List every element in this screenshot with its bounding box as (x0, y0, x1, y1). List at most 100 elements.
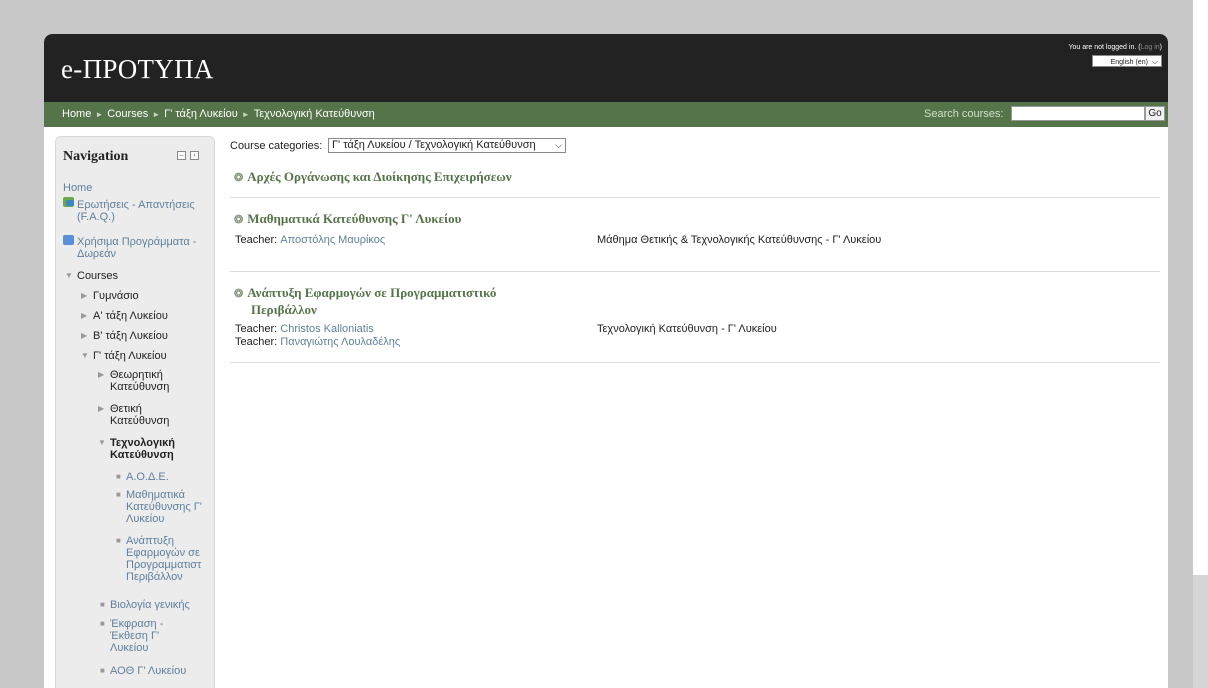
expanded-triangle-icon: ▼ (98, 438, 106, 447)
nav-aoth[interactable]: ■ ΑΟΘ Γ' Λυκείου (100, 665, 187, 677)
collapse-block-icon[interactable]: – (177, 151, 186, 160)
nav-anaptyxi-label: Ανάπτυξη Εφαρμογών σε Προγραμματιστ Περι… (126, 535, 202, 583)
course-icon: ❂ (234, 214, 244, 226)
nav-home[interactable]: Home (63, 182, 92, 194)
collapsed-triangle-icon: ▶ (81, 331, 88, 340)
nav-anaptyxi[interactable]: ■ Ανάπτυξη Εφαρμογών σε Προγραμματιστ Περ… (116, 535, 208, 583)
course-teacher: Teacher: Αποστόλης Μαυρίκος (235, 234, 386, 246)
teacher-link[interactable]: Αποστόλης Μαυρίκος (280, 234, 385, 246)
teacher-label: Teacher (235, 336, 275, 348)
collapsed-triangle-icon: ▶ (98, 404, 105, 413)
nav-theoritiki[interactable]: ▶ Θεωρητική Κατεύθυνση (98, 369, 190, 393)
search-input[interactable] (1011, 106, 1145, 121)
nav-aode-label: Α.Ο.Δ.Ε. (126, 471, 169, 483)
bullet-icon: ■ (116, 472, 121, 481)
nav-gymnasio[interactable]: ▶ Γυμνάσιο (81, 290, 139, 302)
site-title[interactable]: e-ΠΡΟΤΥΠΑ (61, 54, 214, 85)
category-select[interactable]: Γ' τάξη Λυκείου / Τεχνολογική Κατεύθυνση… (328, 138, 566, 153)
nav-faq-label: Ερωτήσεις - Απαντήσεις (F.A.Q.) (77, 199, 195, 223)
scrollbar-strip (1193, 0, 1208, 688)
scrollbar-thumb[interactable] (1193, 575, 1208, 688)
nav-b-lykeiou[interactable]: ▶ Β' τάξη Λυκείου (81, 330, 168, 342)
search-label: Search courses: (924, 108, 1004, 120)
nav-mathimatika-label: Μαθηματικά Κατεύθυνσης Γ' Λυκείου (126, 489, 202, 525)
nav-a-lykeiou[interactable]: ▶ Α' τάξη Λυκείου (81, 310, 168, 322)
course-title-text: Μαθηματικά Κατεύθυνσης Γ' Λυκείου (247, 211, 462, 226)
breadcrumb-home[interactable]: Home (62, 108, 91, 120)
collapsed-triangle-icon: ▶ (98, 370, 105, 379)
chevron-down-icon: ⌵ (555, 140, 562, 150)
collapsed-triangle-icon: ▶ (81, 311, 88, 320)
nav-aode[interactable]: ■ Α.Ο.Δ.Ε. (116, 471, 169, 483)
programs-icon (63, 235, 74, 245)
language-value: English (en) (1110, 59, 1148, 66)
bullet-icon: ■ (100, 666, 105, 675)
bullet-icon: ■ (116, 490, 121, 499)
breadcrumb-separator-icon: ► (95, 110, 104, 119)
faq-icon-overlay (66, 200, 74, 206)
nav-technologiki-label: Τεχνολογική Κατεύθυνση (110, 437, 176, 461)
nav-biologia-label: Βιολογία γενικής (110, 599, 190, 611)
nav-theoritiki-label: Θεωρητική Κατεύθυνση (110, 369, 170, 393)
course-title-text: Αρχές Οργάνωσης και Διοίκησης Επιχειρήσε… (247, 169, 512, 184)
search-go-button[interactable]: Go (1145, 106, 1165, 121)
nav-g-lykeiou-label: Γ' τάξη Λυκείου (93, 350, 167, 362)
bullet-icon: ■ (100, 600, 105, 609)
course-divider (230, 271, 1160, 272)
course-title-line1: Ανάπτυξη Εφαρμογών σε Προγραμματιστικό (247, 285, 497, 300)
collapsed-triangle-icon: ▶ (81, 291, 88, 300)
site-header: e-ΠΡΟΤΥΠΑ You are not logged in. (Log in… (44, 34, 1168, 102)
nav-programs-label: Χρήσιμα Προγράμματα - Δωρεάν (77, 236, 197, 260)
nav-courses[interactable]: ▼ Courses (65, 270, 118, 282)
nav-ekfrasi-label: Έκφραση - Έκθεση Γ' Λυκείου (110, 618, 164, 654)
bullet-icon: ■ (100, 619, 105, 628)
course-icon: ❂ (234, 288, 244, 300)
breadcrumb-separator-icon: ► (241, 110, 250, 119)
dock-block-icon[interactable]: ‹ (190, 151, 199, 160)
course-divider (230, 197, 1160, 198)
course-title-line2: Περιβάλλον (251, 302, 317, 317)
nav-g-lykeiou[interactable]: ▼ Γ' τάξη Λυκείου (81, 350, 167, 362)
breadcrumb-g-lykeiou[interactable]: Γ' τάξη Λυκείου (164, 108, 238, 120)
login-info: You are not logged in. (Log in) (1068, 44, 1162, 51)
breadcrumb: Home ► Courses ► Γ' τάξη Λυκείου ► Τεχνολογική… (62, 108, 375, 120)
teacher-link[interactable]: Παναγιώτης Λουλαδέλης (280, 336, 400, 348)
expanded-triangle-icon: ▼ (81, 351, 89, 360)
course-title[interactable]: ❂ Αρχές Οργάνωσης και Διοίκησης Επιχειρήσ… (234, 169, 512, 186)
expanded-triangle-icon: ▼ (65, 271, 73, 280)
login-text: You are not logged in. ( (1068, 44, 1141, 51)
nav-aoth-label: ΑΟΘ Γ' Λυκείου (110, 665, 187, 677)
nav-faq[interactable]: Ερωτήσεις - Απαντήσεις (F.A.Q.) (77, 199, 214, 223)
bullet-icon: ■ (116, 536, 121, 545)
nav-mathimatika[interactable]: ■ Μαθηματικά Κατεύθυνσης Γ' Λυκείου (116, 489, 208, 525)
navigation-block: Navigation – ‹ Home Ερωτήσεις - Απαντήσε… (55, 136, 215, 688)
nav-thetiki-label: Θετική Κατεύθυνση (110, 403, 170, 427)
course-title[interactable]: ❂ Ανάπτυξη Εφαρμογών σε Προγραμματιστικό Π… (234, 285, 496, 317)
nav-courses-label: Courses (77, 270, 118, 282)
course-divider (230, 362, 1160, 363)
course-summary: Μάθημα Θετικής & Τεχνολογικής Κατεύθυνση… (597, 234, 882, 246)
nav-technologiki[interactable]: ▼ Τεχνολογική Κατεύθυνση (98, 437, 200, 461)
navbar: Home ► Courses ► Γ' τάξη Λυκείου ► Τεχνολογική… (44, 102, 1168, 127)
chevron-down-icon: ⌵ (1151, 57, 1158, 66)
nav-a-lykeiou-label: Α' τάξη Λυκείου (93, 310, 168, 322)
page: e-ΠΡΟΤΥΠΑ You are not logged in. (Log in… (44, 34, 1168, 688)
login-link[interactable]: Log in (1141, 44, 1160, 51)
navigation-title: Navigation (63, 149, 129, 164)
category-label: Course categories: (230, 140, 323, 152)
teacher-link[interactable]: Christos Kalloniatis (280, 323, 374, 335)
breadcrumb-separator-icon: ► (152, 110, 161, 119)
course-icon: ❂ (234, 172, 244, 184)
nav-ekfrasi[interactable]: ■ Έκφραση - Έκθεση Γ' Λυκείου (100, 618, 180, 654)
course-teacher: Teacher: Christos Kalloniatis (235, 323, 374, 335)
language-select[interactable]: English (en) ⌵ (1092, 55, 1162, 67)
breadcrumb-courses[interactable]: Courses (107, 108, 148, 120)
nav-b-lykeiou-label: Β' τάξη Λυκείου (93, 330, 168, 342)
course-title[interactable]: ❂ Μαθηματικά Κατεύθυνσης Γ' Λυκείου (234, 211, 461, 228)
course-summary: Τεχνολογική Κατεύθυνση - Γ' Λυκείου (597, 323, 777, 335)
teacher-label: Teacher (235, 234, 275, 246)
nav-biologia[interactable]: ■ Βιολογία γενικής (100, 599, 190, 611)
nav-programs[interactable]: Χρήσιμα Προγράμματα - Δωρεάν (77, 236, 214, 260)
teacher-label: Teacher (235, 323, 275, 335)
nav-thetiki[interactable]: ▶ Θετική Κατεύθυνση (98, 403, 190, 427)
